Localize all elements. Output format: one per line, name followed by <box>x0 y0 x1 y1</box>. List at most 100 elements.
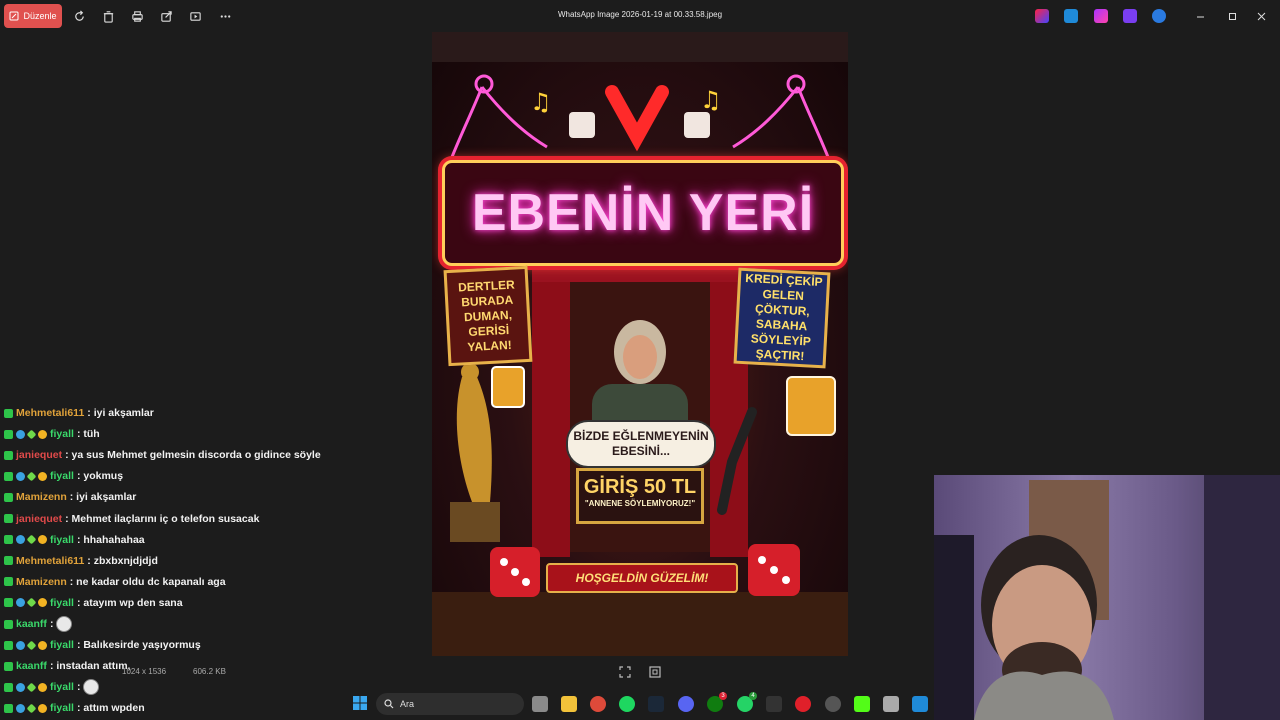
whatsapp-badge: 4 <box>749 692 757 700</box>
opera-gx-icon[interactable] <box>795 696 811 712</box>
blue-badge-icon <box>16 598 25 608</box>
green-badge-icon <box>4 556 13 566</box>
plus-badge-icon <box>26 471 37 482</box>
left-sign: DERTLER BURADA DUMAN, GERİSİ YALAN! <box>443 265 533 367</box>
epic-games-icon[interactable] <box>766 696 782 712</box>
entry-note: "ANNENE SÖYLEMİYORUZ!" <box>584 499 696 508</box>
chat-text: : iyi akşamlar <box>87 407 154 419</box>
chat-username[interactable]: janiequet <box>16 513 62 525</box>
kick-icon[interactable] <box>854 696 870 712</box>
spotify-icon[interactable] <box>619 696 635 712</box>
entry-price-sign: GİRİŞ 50 TL "ANNENE SÖYLEMİYORUZ!" <box>576 468 704 524</box>
chat-message: kaanff: <box>4 615 73 633</box>
chat-username[interactable]: Mehmetali611 <box>16 407 84 419</box>
plus-badge-icon <box>26 597 37 608</box>
taskbar-search[interactable]: Ara <box>376 693 524 715</box>
designer-icon[interactable] <box>1064 9 1078 23</box>
green-badge-icon <box>4 408 13 418</box>
chat-username[interactable]: fiyall <box>50 428 74 440</box>
chat-message: fiyall: atayım wp den sana <box>4 594 183 612</box>
clipchamp-icon[interactable] <box>1094 9 1108 23</box>
file-explorer-icon[interactable] <box>561 696 577 712</box>
chat-text: : iyi akşamlar <box>69 491 137 504</box>
chat-username[interactable]: Mamizenn <box>16 576 67 588</box>
task-view-icon[interactable] <box>532 696 548 712</box>
file-size: 606.2 KB <box>193 667 226 676</box>
chat-username[interactable]: Mehmetali611 <box>16 555 84 567</box>
displayed-image: ♫ ♫ EBENİN YERİ DERTLER BURADA DUMAN, GE… <box>432 32 848 656</box>
image-dimensions: 1024 x 1536 <box>122 667 167 676</box>
blue-badge-icon <box>16 640 25 650</box>
chat-username[interactable]: fiyall <box>50 639 74 651</box>
chrome-icon[interactable] <box>590 696 606 712</box>
minimize-icon[interactable] <box>1193 9 1207 23</box>
chat-username[interactable]: fiyall <box>50 470 74 482</box>
search-icon <box>384 699 394 709</box>
chat-message: janiequet: ya sus Mehmet gelmesin discor… <box>4 446 321 464</box>
chat-message: fiyall: tüh <box>4 425 100 443</box>
image-info-bar: 1024 x 1536 606.2 KB <box>0 656 930 688</box>
gold-badge-icon <box>38 471 47 481</box>
blue-badge-icon <box>16 471 25 481</box>
green-badge-icon <box>4 492 13 502</box>
chat-text: : <box>49 618 54 630</box>
actual-size-icon[interactable] <box>648 665 662 679</box>
obs-icon[interactable] <box>825 696 841 712</box>
chat-username[interactable]: kaanff <box>16 618 47 630</box>
gold-badge-icon <box>38 598 47 608</box>
chat-text: : atayım wp den sana <box>76 596 183 609</box>
xbox-icon[interactable]: 3 <box>707 692 727 712</box>
chat-message: Mamizenn: iyi akşamlar <box>4 488 136 506</box>
blue-badge-icon <box>16 429 25 439</box>
webcam-overlay <box>934 475 1280 720</box>
green-badge-icon <box>4 429 13 439</box>
chat-text: : ne kadar oldu dc kapanalı aga <box>69 575 226 588</box>
marquee-sign: EBENİN YERİ <box>442 160 844 266</box>
chat-text: : zbxbxnjdjdjd <box>87 554 158 567</box>
green-badge-icon <box>4 450 13 460</box>
store-icon[interactable] <box>883 696 899 712</box>
chat-text: : yokmuş <box>76 470 124 483</box>
green-badge-icon <box>4 514 13 523</box>
green-badge-icon <box>4 619 13 629</box>
gold-badge-icon <box>38 429 47 439</box>
close-icon[interactable] <box>1254 9 1268 23</box>
xbox-badge: 3 <box>719 692 727 700</box>
chat-username[interactable]: janiequet <box>16 449 62 461</box>
chat-message: Mamizenn: ne kadar oldu dc kapanalı aga <box>4 573 226 591</box>
chat-message: fiyall: Balıkesirde yaşıyormuş <box>4 636 201 654</box>
search-placeholder: Ara <box>400 699 415 709</box>
blue-badge-icon <box>16 535 25 545</box>
chat-text: : ya sus Mehmet gelmesin discorda o gidi… <box>65 449 321 462</box>
plus-badge-icon <box>26 534 37 545</box>
chat-message: Mehmetali611: zbxbxnjdjdjd <box>4 552 158 570</box>
green-badge-icon <box>4 598 13 608</box>
viewer-toolbar: Düzenle WhatsApp Image 2026-01-19 at 00.… <box>0 0 1280 32</box>
video-editor-icon[interactable] <box>1123 9 1137 23</box>
green-badge-icon <box>4 535 13 545</box>
chat-username[interactable]: fiyall <box>50 534 74 546</box>
svg-text:♫: ♫ <box>700 86 722 114</box>
green-badge-icon <box>4 471 13 481</box>
svg-text:♫: ♫ <box>530 88 552 116</box>
discord-icon[interactable] <box>678 696 694 712</box>
marquee-title: EBENİN YERİ <box>471 184 815 242</box>
whatsapp-icon[interactable]: 4 <box>737 692 757 712</box>
chat-message: fiyall: hhahahahaa <box>4 531 145 549</box>
chat-text: : hhahahahaa <box>76 533 145 546</box>
maximize-icon[interactable] <box>1225 9 1239 23</box>
streamer-camera-image <box>934 475 1280 720</box>
file-title: WhatsApp Image 2026-01-19 at 00.33.58.jp… <box>557 10 723 19</box>
onedrive-icon[interactable] <box>1152 9 1166 23</box>
steam-icon[interactable] <box>648 696 664 712</box>
entry-price: GİRİŞ 50 TL <box>583 476 697 498</box>
chat-message: janiequet: Mehmet ilaçlarını iç o telefo… <box>4 510 259 528</box>
chat-username[interactable]: fiyall <box>50 597 74 609</box>
welcome-banner: HOŞGELDİN GÜZELİM! <box>546 563 738 593</box>
fit-to-window-icon[interactable] <box>618 665 632 679</box>
chat-text: : tüh <box>76 428 100 441</box>
start-icon[interactable] <box>353 696 367 710</box>
photos-icon[interactable] <box>912 696 928 712</box>
copilot-icon[interactable] <box>1035 9 1049 23</box>
chat-username[interactable]: Mamizenn <box>16 491 67 503</box>
